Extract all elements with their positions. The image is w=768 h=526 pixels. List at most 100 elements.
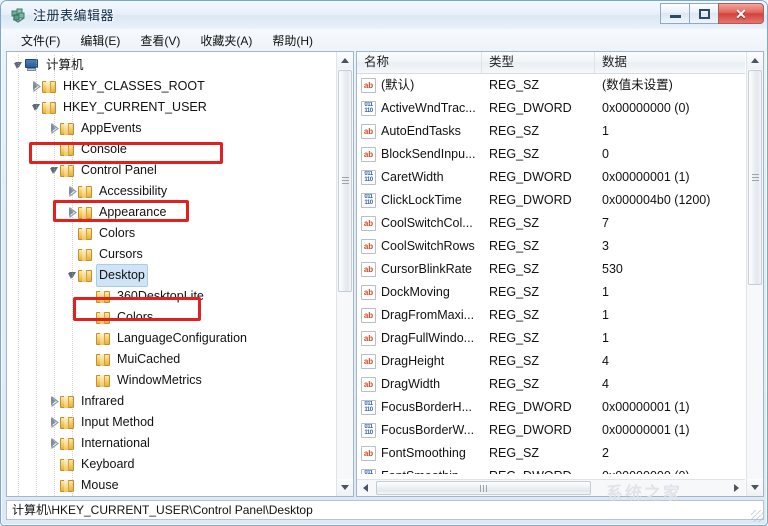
- menu-favorites[interactable]: 收藏夹(A): [191, 30, 261, 51]
- tree-scroll-up-button[interactable]: [337, 52, 353, 69]
- value-name: DragHeight: [381, 350, 444, 373]
- value-row[interactable]: 011110CaretWidthREG_DWORD0x00000001 (1): [357, 166, 745, 189]
- tree-scroll-down-button[interactable]: [337, 479, 353, 496]
- tree-item-colors[interactable]: Colors: [7, 307, 337, 328]
- close-button[interactable]: ✕: [718, 3, 764, 24]
- list-header: 名称 类型 数据: [357, 52, 745, 74]
- tree-item-control-panel[interactable]: Control Panel: [7, 160, 337, 181]
- tree-guide-line: [72, 55, 73, 496]
- tree-item-label: International: [78, 433, 153, 454]
- value-row[interactable]: ab(默认)REG_SZ(数值未设置): [357, 74, 745, 97]
- value-name: DragWidth: [381, 373, 440, 396]
- value-name: (默认): [381, 74, 414, 97]
- value-row[interactable]: abBlockSendInpu...REG_SZ0: [357, 143, 745, 166]
- value-row[interactable]: abDragHeightREG_SZ4: [357, 350, 745, 373]
- menu-view[interactable]: 查看(V): [131, 30, 189, 51]
- value-type: REG_SZ: [489, 235, 539, 258]
- tree-item-label: Infrared: [78, 391, 127, 412]
- value-data: 1: [602, 327, 609, 350]
- column-header-data[interactable]: 数据: [595, 52, 745, 73]
- tree-item-appevents[interactable]: AppEvents: [7, 118, 337, 139]
- value-type: REG_SZ: [489, 327, 539, 350]
- maximize-button[interactable]: [689, 3, 718, 24]
- value-row[interactable]: abDockMovingREG_SZ1: [357, 281, 745, 304]
- value-row[interactable]: abDragFromMaxi...REG_SZ1: [357, 304, 745, 327]
- chevron-left-icon: [363, 484, 368, 492]
- value-row[interactable]: abCursorBlinkRateREG_SZ530: [357, 258, 745, 281]
- minimize-button[interactable]: [660, 3, 689, 24]
- value-row[interactable]: 011110ClickLockTimeREG_DWORD0x000004b0 (…: [357, 189, 745, 212]
- column-header-name[interactable]: 名称: [357, 52, 482, 73]
- maximize-icon: [699, 9, 710, 19]
- value-row[interactable]: abCoolSwitchRowsREG_SZ3: [357, 235, 745, 258]
- list-scroll-thumb[interactable]: [748, 70, 762, 285]
- value-row[interactable]: 011110ActiveWndTrac...REG_DWORD0x0000000…: [357, 97, 745, 120]
- title-bar[interactable]: 注册表编辑器 ✕: [1, 1, 768, 29]
- registry-tree[interactable]: 计算机HKEY_CLASSES_ROOTHKEY_CURRENT_USERApp…: [7, 52, 337, 496]
- column-header-type[interactable]: 类型: [482, 52, 595, 73]
- string-value-icon: ab: [361, 446, 376, 461]
- value-data: 0x00000000 (0): [602, 97, 690, 120]
- list-horizontal-scrollbar[interactable]: [357, 479, 745, 496]
- list-scroll-down-button[interactable]: [747, 479, 763, 496]
- value-data: 1: [602, 120, 609, 143]
- chevron-up-icon: [341, 58, 349, 63]
- list-scroll-left-button[interactable]: [357, 480, 374, 496]
- tree-item-input-method[interactable]: Input Method: [7, 412, 337, 433]
- list-scroll-right-button[interactable]: [728, 480, 745, 496]
- menu-help[interactable]: 帮助(H): [263, 30, 322, 51]
- tree-item-label: AppEvents: [78, 118, 144, 139]
- tree-item-windowmetrics[interactable]: WindowMetrics: [7, 370, 337, 391]
- tree-item-label: 360DesktopLite: [114, 286, 207, 307]
- tree-item-label: LanguageConfiguration: [114, 328, 250, 349]
- registry-values-list[interactable]: ab(默认)REG_SZ(数值未设置)011110ActiveWndTrac..…: [357, 74, 745, 474]
- tree-item-infrared[interactable]: Infrared: [7, 391, 337, 412]
- tree-item-label: 计算机: [43, 55, 87, 76]
- list-hscroll-thumb[interactable]: [376, 481, 591, 495]
- value-name: DragFromMaxi...: [381, 304, 474, 327]
- tree-item-colors[interactable]: Colors: [7, 223, 337, 244]
- menu-file[interactable]: 文件(F): [12, 30, 69, 51]
- resize-grip-icon[interactable]: [751, 510, 763, 522]
- tree-item-languageconfiguration[interactable]: LanguageConfiguration: [7, 328, 337, 349]
- value-row[interactable]: 011110FontSmoothin...REG_DWORD0x00000000…: [357, 465, 745, 474]
- tree-item-hkey-classes-root[interactable]: HKEY_CLASSES_ROOT: [7, 76, 337, 97]
- tree-item-desktop[interactable]: Desktop: [7, 265, 337, 286]
- tree-item-cursors[interactable]: Cursors: [7, 244, 337, 265]
- tree-item-keyboard[interactable]: Keyboard: [7, 454, 337, 475]
- tree-item-appearance[interactable]: Appearance: [7, 202, 337, 223]
- list-scroll-up-button[interactable]: [747, 52, 763, 69]
- menu-edit[interactable]: 编辑(E): [71, 30, 129, 51]
- tree-item-accessibility[interactable]: Accessibility: [7, 181, 337, 202]
- folder-icon: [96, 312, 110, 324]
- dword-value-icon: 011110: [361, 469, 376, 474]
- tree-item-360desktoplite[interactable]: 360DesktopLite: [7, 286, 337, 307]
- value-row[interactable]: 011110FocusBorderW...REG_DWORD0x00000001…: [357, 419, 745, 442]
- close-icon: ✕: [735, 7, 747, 21]
- string-value-icon: ab: [361, 262, 376, 277]
- tree-item-[interactable]: 计算机: [7, 55, 337, 76]
- registry-tree-pane: 计算机HKEY_CLASSES_ROOTHKEY_CURRENT_USERApp…: [6, 51, 354, 497]
- string-value-icon: ab: [361, 216, 376, 231]
- value-row[interactable]: abDragWidthREG_SZ4: [357, 373, 745, 396]
- list-vertical-scrollbar[interactable]: [746, 52, 763, 496]
- value-row[interactable]: abDragFullWindo...REG_SZ1: [357, 327, 745, 350]
- tree-item-hkey-current-user[interactable]: HKEY_CURRENT_USER: [7, 97, 337, 118]
- tree-item-console[interactable]: Console: [7, 139, 337, 160]
- value-name: CaretWidth: [381, 166, 444, 189]
- tree-vertical-scrollbar[interactable]: [336, 52, 353, 496]
- tree-item-mouse[interactable]: Mouse: [7, 475, 337, 496]
- tree-scroll-thumb[interactable]: [338, 70, 352, 292]
- value-row[interactable]: 011110FocusBorderH...REG_DWORD0x00000001…: [357, 396, 745, 419]
- value-type: REG_DWORD: [489, 419, 572, 442]
- value-data: 0x00000001 (1): [602, 396, 690, 419]
- tree-item-international[interactable]: International: [7, 433, 337, 454]
- value-type: REG_SZ: [489, 258, 539, 281]
- value-data: 0: [602, 143, 609, 166]
- value-row[interactable]: abCoolSwitchCol...REG_SZ7: [357, 212, 745, 235]
- expander-placeholder: [85, 349, 96, 370]
- value-row[interactable]: abAutoEndTasksREG_SZ1: [357, 120, 745, 143]
- scroll-grip-icon: [752, 174, 759, 182]
- value-row[interactable]: abFontSmoothingREG_SZ2: [357, 442, 745, 465]
- tree-item-muicached[interactable]: MuiCached: [7, 349, 337, 370]
